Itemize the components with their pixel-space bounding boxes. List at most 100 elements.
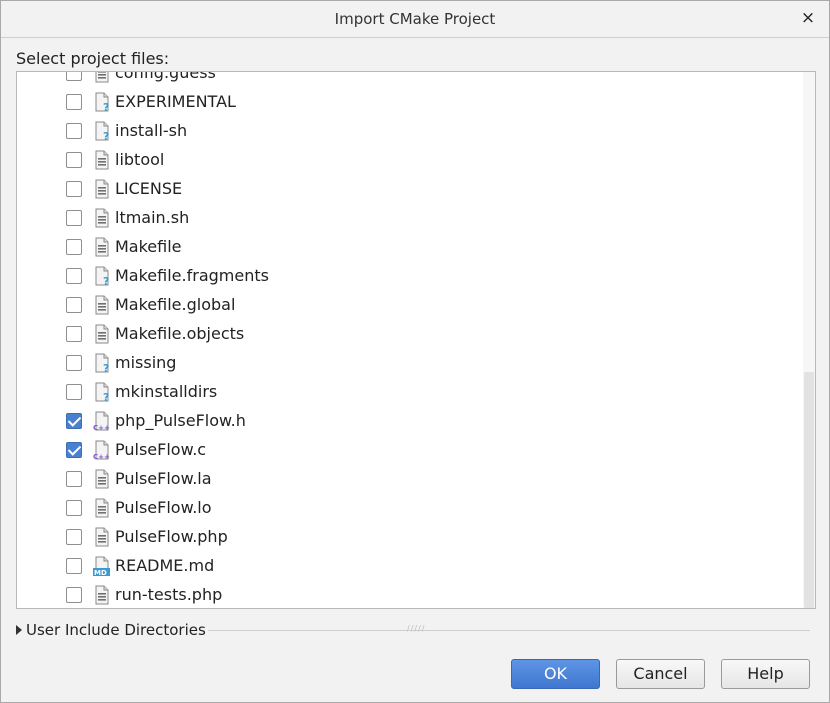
text-file-icon	[93, 469, 111, 489]
title-bar: Import CMake Project ×	[1, 1, 829, 38]
expand-arrow-icon[interactable]	[16, 625, 22, 635]
file-checkbox[interactable]	[66, 384, 82, 400]
file-name[interactable]: libtool	[115, 150, 164, 169]
file-name[interactable]: EXPERIMENTAL	[115, 92, 236, 111]
cancel-button[interactable]: Cancel	[616, 659, 705, 689]
file-checkbox[interactable]	[66, 268, 82, 284]
file-name[interactable]: PulseFlow.la	[115, 469, 212, 488]
file-tree[interactable]: config.guess? EXPERIMENTAL? install-sh libt…	[16, 71, 816, 609]
text-file-icon	[93, 527, 111, 547]
file-row[interactable]: ? Makefile.fragments	[17, 262, 801, 291]
file-checkbox[interactable]	[66, 297, 82, 313]
unknown-file-icon: ?	[93, 353, 111, 375]
unknown-file-icon: ?	[93, 121, 111, 143]
file-checkbox[interactable]	[66, 529, 82, 545]
file-name[interactable]: missing	[115, 353, 176, 372]
file-name[interactable]: config.guess	[115, 72, 216, 82]
vertical-scrollbar[interactable]	[803, 72, 815, 608]
unknown-file-icon: ?	[93, 92, 111, 114]
file-checkbox[interactable]	[66, 471, 82, 487]
file-row[interactable]: config.guess	[17, 72, 801, 88]
file-name[interactable]: Makefile.fragments	[115, 266, 269, 285]
file-row[interactable]: MD README.md	[17, 552, 801, 581]
file-checkbox[interactable]	[66, 123, 82, 139]
text-file-icon	[93, 237, 111, 257]
file-checkbox[interactable]	[66, 326, 82, 342]
file-checkbox[interactable]	[66, 355, 82, 371]
file-name[interactable]: install-sh	[115, 121, 187, 140]
user-include-directories-section[interactable]: User Include Directories /////	[16, 620, 810, 640]
file-name[interactable]: mkinstalldirs	[115, 382, 217, 401]
text-file-icon	[93, 150, 111, 170]
cpp-file-icon: C++	[93, 411, 111, 432]
file-row[interactable]: ? install-sh	[17, 117, 801, 146]
file-name[interactable]: PulseFlow.lo	[115, 498, 212, 517]
splitter-grip[interactable]: /////	[407, 624, 425, 633]
file-name[interactable]: run-tests.php	[115, 585, 222, 604]
file-checkbox[interactable]	[66, 181, 82, 197]
file-checkbox[interactable]	[66, 210, 82, 226]
text-file-icon	[93, 498, 111, 518]
svg-text:C++: C++	[93, 424, 110, 431]
section-divider	[208, 630, 810, 631]
file-name[interactable]: LICENSE	[115, 179, 182, 198]
file-name[interactable]: Makefile.objects	[115, 324, 244, 343]
svg-text:?: ?	[103, 362, 109, 373]
file-row[interactable]: ? EXPERIMENTAL	[17, 88, 801, 117]
file-row[interactable]: libtool	[17, 146, 801, 175]
file-row[interactable]: PulseFlow.lo	[17, 494, 801, 523]
file-row[interactable]: Makefile	[17, 233, 801, 262]
file-name[interactable]: ltmain.sh	[115, 208, 189, 227]
cpp-file-icon: C++	[93, 440, 111, 461]
svg-text:?: ?	[103, 275, 109, 286]
file-checkbox[interactable]	[66, 72, 82, 81]
file-row[interactable]: ? missing	[17, 349, 801, 378]
unknown-file-icon: ?	[93, 266, 111, 288]
file-row[interactable]: C++ php_PulseFlow.h	[17, 407, 801, 436]
file-checkbox[interactable]	[66, 239, 82, 255]
file-name[interactable]: Makefile	[115, 237, 182, 256]
file-checkbox[interactable]	[66, 413, 82, 429]
file-row[interactable]: Makefile.objects	[17, 320, 801, 349]
close-icon[interactable]: ×	[799, 8, 817, 28]
import-cmake-dialog: Import CMake Project × Select project fi…	[0, 0, 830, 703]
scrollbar-thumb[interactable]	[804, 372, 814, 608]
text-file-icon	[93, 295, 111, 315]
dialog-title: Import CMake Project	[334, 10, 496, 28]
file-checkbox[interactable]	[66, 442, 82, 458]
svg-text:MD: MD	[94, 569, 107, 576]
text-file-icon	[93, 72, 111, 83]
text-file-icon	[93, 179, 111, 199]
file-checkbox[interactable]	[66, 152, 82, 168]
file-checkbox[interactable]	[66, 94, 82, 110]
file-checkbox[interactable]	[66, 500, 82, 516]
file-name[interactable]: php_PulseFlow.h	[115, 411, 246, 430]
text-file-icon	[93, 324, 111, 344]
file-row[interactable]: Makefile.global	[17, 291, 801, 320]
file-row[interactable]: PulseFlow.php	[17, 523, 801, 552]
file-row[interactable]: LICENSE	[17, 175, 801, 204]
file-list: config.guess? EXPERIMENTAL? install-sh libt…	[17, 72, 801, 608]
text-file-icon	[93, 208, 111, 228]
ok-button[interactable]: OK	[511, 659, 600, 689]
unknown-file-icon: ?	[93, 382, 111, 404]
file-checkbox[interactable]	[66, 587, 82, 603]
section-label[interactable]: User Include Directories	[26, 621, 206, 639]
markdown-file-icon: MD	[93, 556, 111, 577]
file-checkbox[interactable]	[66, 558, 82, 574]
file-name[interactable]: PulseFlow.php	[115, 527, 228, 546]
help-button[interactable]: Help	[721, 659, 810, 689]
svg-text:C++: C++	[93, 453, 110, 460]
text-file-icon	[93, 585, 111, 605]
file-row[interactable]: ltmain.sh	[17, 204, 801, 233]
file-row[interactable]: run-tests.php	[17, 581, 801, 608]
file-name[interactable]: README.md	[115, 556, 214, 575]
file-name[interactable]: Makefile.global	[115, 295, 235, 314]
file-name[interactable]: PulseFlow.c	[115, 440, 206, 459]
file-row[interactable]: C++ PulseFlow.c	[17, 436, 801, 465]
svg-text:?: ?	[103, 130, 109, 141]
svg-text:?: ?	[103, 391, 109, 402]
svg-text:?: ?	[103, 101, 109, 112]
file-row[interactable]: PulseFlow.la	[17, 465, 801, 494]
file-row[interactable]: ? mkinstalldirs	[17, 378, 801, 407]
